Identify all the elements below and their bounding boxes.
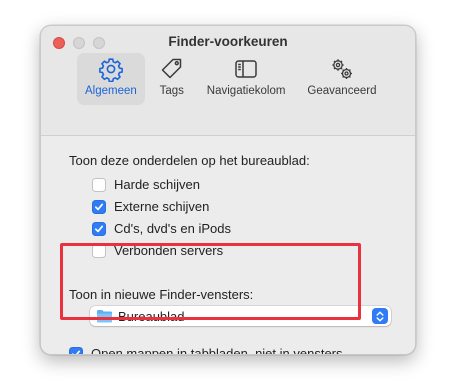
new-window-target-select[interactable]: Bureaublad [90, 306, 391, 326]
general-pane: Toon deze onderdelen op het bureaublad: … [41, 136, 415, 355]
desktop-items-heading: Toon deze onderdelen op het bureaublad: [69, 153, 310, 168]
checkbox-box[interactable] [92, 199, 106, 214]
chevron-updown-icon [376, 311, 384, 321]
folder-icon [97, 310, 112, 323]
tab-label: Tags [159, 85, 184, 97]
tab-label: Navigatiekolom [206, 85, 286, 97]
checkbox-box[interactable] [92, 221, 106, 236]
checkbox-label: Open mappen in tabbladen, niet in venste… [91, 346, 343, 355]
select-value: Bureaublad [118, 308, 185, 324]
checkbox-label: Harde schijven [114, 177, 200, 192]
checkbox-label: Cd's, dvd's en iPods [114, 221, 231, 236]
checkbox-label: Externe schijven [114, 199, 210, 214]
preferences-toolbar: Algemeen Tags Navigatiekolom Geavanceerd [77, 53, 384, 105]
titlebar: Finder-voorkeuren Algemeen Tags Navigati… [41, 26, 415, 136]
checkbox-externe-schijven[interactable]: Externe schijven [92, 199, 209, 214]
checkbox-cds-dvds-ipods[interactable]: Cd's, dvd's en iPods [92, 221, 231, 236]
checkbox-box[interactable] [92, 243, 106, 258]
tab-navigatiekolom[interactable]: Navigatiekolom [199, 53, 294, 105]
finder-preferences-window: Finder-voorkeuren Algemeen Tags Navigati… [40, 25, 416, 355]
gear-icon [98, 58, 123, 82]
select-stepper[interactable] [372, 308, 388, 324]
checkmark-icon [94, 203, 104, 210]
checkbox-box[interactable] [92, 177, 106, 192]
tab-label: Algemeen [85, 85, 137, 97]
checkbox-box[interactable] [69, 346, 83, 354]
checkmark-icon [94, 225, 104, 232]
window-title: Finder-voorkeuren [168, 34, 288, 49]
tab-geavanceerd[interactable]: Geavanceerd [299, 53, 384, 105]
checkmark-icon [71, 350, 81, 354]
checkbox-open-in-tabs[interactable]: Open mappen in tabbladen, niet in venste… [69, 346, 343, 355]
gears-icon [332, 59, 352, 79]
tab-label: Geavanceerd [307, 85, 377, 97]
new-window-heading: Toon in nieuwe Finder-vensters: [69, 287, 254, 302]
checkbox-verbonden-servers[interactable]: Verbonden servers [92, 243, 223, 258]
sidebar-icon [235, 60, 257, 78]
checkbox-label: Verbonden servers [114, 243, 224, 258]
tab-algemeen[interactable]: Algemeen [77, 53, 145, 105]
checkbox-harde-schijven[interactable]: Harde schijven [92, 177, 200, 192]
tab-tags[interactable]: Tags [151, 53, 193, 105]
tag-icon [161, 58, 182, 79]
